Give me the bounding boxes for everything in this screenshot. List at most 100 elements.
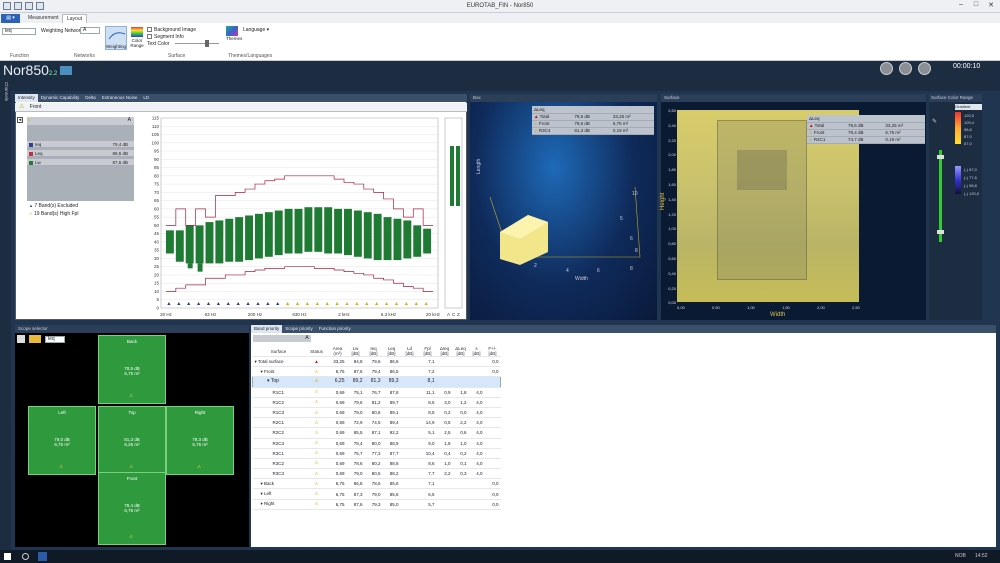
weighting-label: Weighting Network — [41, 28, 83, 34]
column-header[interactable]: Fpl [dB] — [418, 346, 437, 357]
column-header[interactable]: Surface — [252, 346, 305, 357]
maximize-button[interactable]: □ — [970, 1, 982, 11]
stop-button[interactable] — [918, 62, 931, 75]
app-taskbar-icon[interactable] — [38, 552, 47, 561]
column-header[interactable]: ΔLeq [dB] — [452, 346, 469, 357]
tab-ld[interactable]: LD — [140, 94, 152, 102]
legend-row-leq[interactable]: Leq 86,5 dB — [27, 150, 134, 157]
function-select[interactable]: leq — [2, 28, 36, 35]
back-button[interactable] — [880, 62, 893, 75]
column-header[interactable]: Status — [304, 346, 329, 357]
palette-select[interactable]: Gradient Palette — [955, 104, 982, 115]
segment-info-checkbox[interactable] — [147, 34, 152, 39]
table-row[interactable]: R3C2 ⚠ 0,69 78,6 80,2 88,8 8,6 1,0 0,1 4,0 — [252, 458, 501, 470]
table-row[interactable]: ▾ Front ⚠ 6,75 87,6 79,4 86,5 7,2 0,0 — [252, 366, 501, 378]
tab-delta[interactable]: Delta — [82, 94, 99, 102]
table-row[interactable]: R3C3 ⚠ 0,69 79,0 80,5 88,2 7,7 2,2 0,3 4,0 — [252, 468, 501, 480]
box-3d-view[interactable]: Length Width 10 5 6 8 2 4 6 8 — [470, 102, 657, 320]
face-back[interactable]: Back 78,5 dB 6,75 m² ⚠ — [98, 335, 166, 404]
tab-function-priority[interactable]: Function priority — [316, 325, 354, 333]
legend-row-lw[interactable]: Lw 87,6 dB — [27, 159, 134, 166]
start-icon[interactable] — [4, 553, 11, 560]
range-handle-bottom[interactable] — [937, 230, 944, 234]
scope-select[interactable]: leq — [45, 336, 65, 343]
play-button[interactable] — [899, 62, 912, 75]
error-status-icon: ▲ — [304, 356, 329, 368]
lw-bar — [393, 218, 402, 261]
table-row[interactable]: ▾ Top ⚠ 6,25 89,2 81,3 89,3 8,1 — [252, 376, 501, 388]
value-cell: 0,69 — [328, 468, 347, 480]
weighting-button[interactable]: Weighting — [105, 26, 127, 50]
weighting-select[interactable]: A — [80, 27, 100, 34]
minimize-button[interactable]: – — [955, 1, 967, 11]
tick-6b: 6 — [597, 268, 600, 274]
table-row[interactable]: ▾ Right ⚠ 6,75 87,6 79,3 85,0 5,7 0,0 — [252, 499, 501, 510]
face-front[interactable]: Front 79,4 dB 6,75 m² ⚠ — [98, 472, 166, 545]
column-header[interactable]: s [dB] — [468, 346, 485, 357]
value-cell: 0,69 — [328, 458, 347, 470]
tab-scope-priority[interactable]: Scope priority — [282, 325, 316, 333]
tab-dynamic-capability[interactable]: Dynamic Capability — [38, 94, 83, 102]
save-icon[interactable] — [36, 2, 44, 10]
note-high-fpl-text: 19 Band(s) High Fpl — [33, 211, 79, 217]
column-header[interactable]: Ieq [dB] — [364, 346, 383, 357]
face-right[interactable]: Right 79,3 dB 6,75 m² ⚠ — [166, 406, 234, 475]
y-tick-label: 0 — [156, 306, 159, 311]
text-color-slider[interactable] — [175, 43, 219, 44]
close-button[interactable]: ✕ — [985, 1, 997, 11]
box-info-row: ⚠ Front 79,6 dB 6,75 m² — [532, 120, 654, 128]
table-row[interactable]: R2C2 ⚠ 0,69 85,5 87,1 92,2 5,1 2,5 0,6 4,0 — [252, 427, 501, 439]
pin-icon[interactable]: ✎ — [932, 118, 937, 125]
range-slider[interactable] — [939, 150, 942, 242]
table-row[interactable]: R3C1 ⚠ 0,69 75,7 77,3 87,7 10,4 0,4 0,2 4,0 — [252, 448, 501, 459]
language-button[interactable]: Language ▾ — [243, 27, 269, 33]
channels-strip[interactable]: Channels — [0, 80, 11, 550]
surface-name: Right — [264, 501, 275, 507]
column-header[interactable]: ΔIeq [dB] — [436, 346, 453, 357]
background-image-label: Background Image — [154, 27, 196, 33]
table-row[interactable]: R2C1 ⚠ 0,69 72,9 74,5 89,4 14,9 0,5 2,2 4,0 — [252, 417, 501, 429]
new-file-icon[interactable] — [14, 2, 22, 10]
column-header[interactable]: Ld [dB] — [400, 346, 419, 357]
value-cell — [400, 499, 419, 510]
table-row[interactable]: R1C1 ⚠ 0,69 75,1 76,7 87,8 11,1 0,9 1,8 4,0 — [252, 387, 501, 398]
color-range-button[interactable]: Color Range — [129, 26, 145, 50]
axis-length: Length — [476, 158, 482, 174]
group-themes: Themes/Languages — [228, 53, 273, 59]
value-cell: 0,2 — [452, 448, 469, 459]
scope-grid-icon[interactable] — [17, 335, 25, 343]
face-warning-icon: ⚠ — [129, 534, 134, 539]
table-row[interactable]: ▾ Back ⚠ 6,75 86,8 78,5 85,6 7,1 0,0 — [252, 478, 501, 490]
table-row[interactable]: R1C3 ⚠ 0,69 79,0 80,6 89,1 8,5 0,2 0,0 4,0 — [252, 407, 501, 419]
table-row[interactable]: R2C3 ⚠ 0,69 78,4 80,0 88,9 9,0 1,9 1,0 4,0 — [252, 438, 501, 449]
table-row[interactable]: ▾ Left ⚠ 6,75 87,3 79,0 85,6 6,5 0,0 — [252, 488, 501, 500]
column-header[interactable]: Lw [dB] — [346, 346, 365, 357]
surface-x-axis: 0,00 0,50 1,00 1,50 2,00 2,50 — [677, 305, 877, 312]
tab-intensity[interactable]: Intensity — [15, 94, 38, 102]
file-tab[interactable]: ▤ ▾ — [1, 14, 20, 23]
y-tick-label: 110 — [152, 124, 160, 129]
folder-icon[interactable] — [29, 335, 41, 343]
table-row[interactable]: R1C2 ⚠ 0,69 79,6 81,2 89,7 8,5 3,0 1,2 4,0 — [252, 397, 501, 408]
range-handle-top[interactable] — [937, 155, 944, 159]
search-icon[interactable] — [22, 553, 29, 560]
surface-info-row: ▲ Total 79,6 dB 33,25 m² — [807, 122, 925, 130]
surface-y-tick: 1,20 — [668, 211, 676, 217]
tab-extraneous-noise[interactable]: Extraneous Noise — [99, 94, 141, 102]
column-header[interactable]: F+/- [dB] — [484, 346, 501, 357]
tab-band-priority[interactable]: Band priority — [251, 325, 283, 333]
column-header[interactable]: Leq [dB] — [382, 346, 401, 357]
axis-width: Width — [575, 276, 588, 282]
tab-layout[interactable]: Layout — [62, 14, 88, 23]
face-left[interactable]: Left 79,0 dB 6,75 m² ⚠ — [28, 406, 96, 475]
open-folder-icon[interactable] — [25, 2, 33, 10]
background-image-checkbox[interactable] — [147, 27, 152, 32]
text-color-slider-handle[interactable] — [205, 40, 209, 47]
face-top[interactable]: Top 81,3 dB 6,25 m² ⚠ — [98, 406, 166, 475]
collapse-icon[interactable]: ◂ — [17, 117, 23, 123]
tab-measurement[interactable]: Measurement — [24, 14, 63, 23]
column-header[interactable]: Area (m²) — [328, 346, 347, 357]
themes-button[interactable]: Themes — [226, 26, 242, 50]
legend-row-ieq[interactable]: Ieq 79,4 dB — [27, 141, 134, 148]
table-row[interactable]: ▾ Total surface ▲ 33,25 94,8 79,6 86,6 7,1 0,0 — [252, 356, 501, 368]
